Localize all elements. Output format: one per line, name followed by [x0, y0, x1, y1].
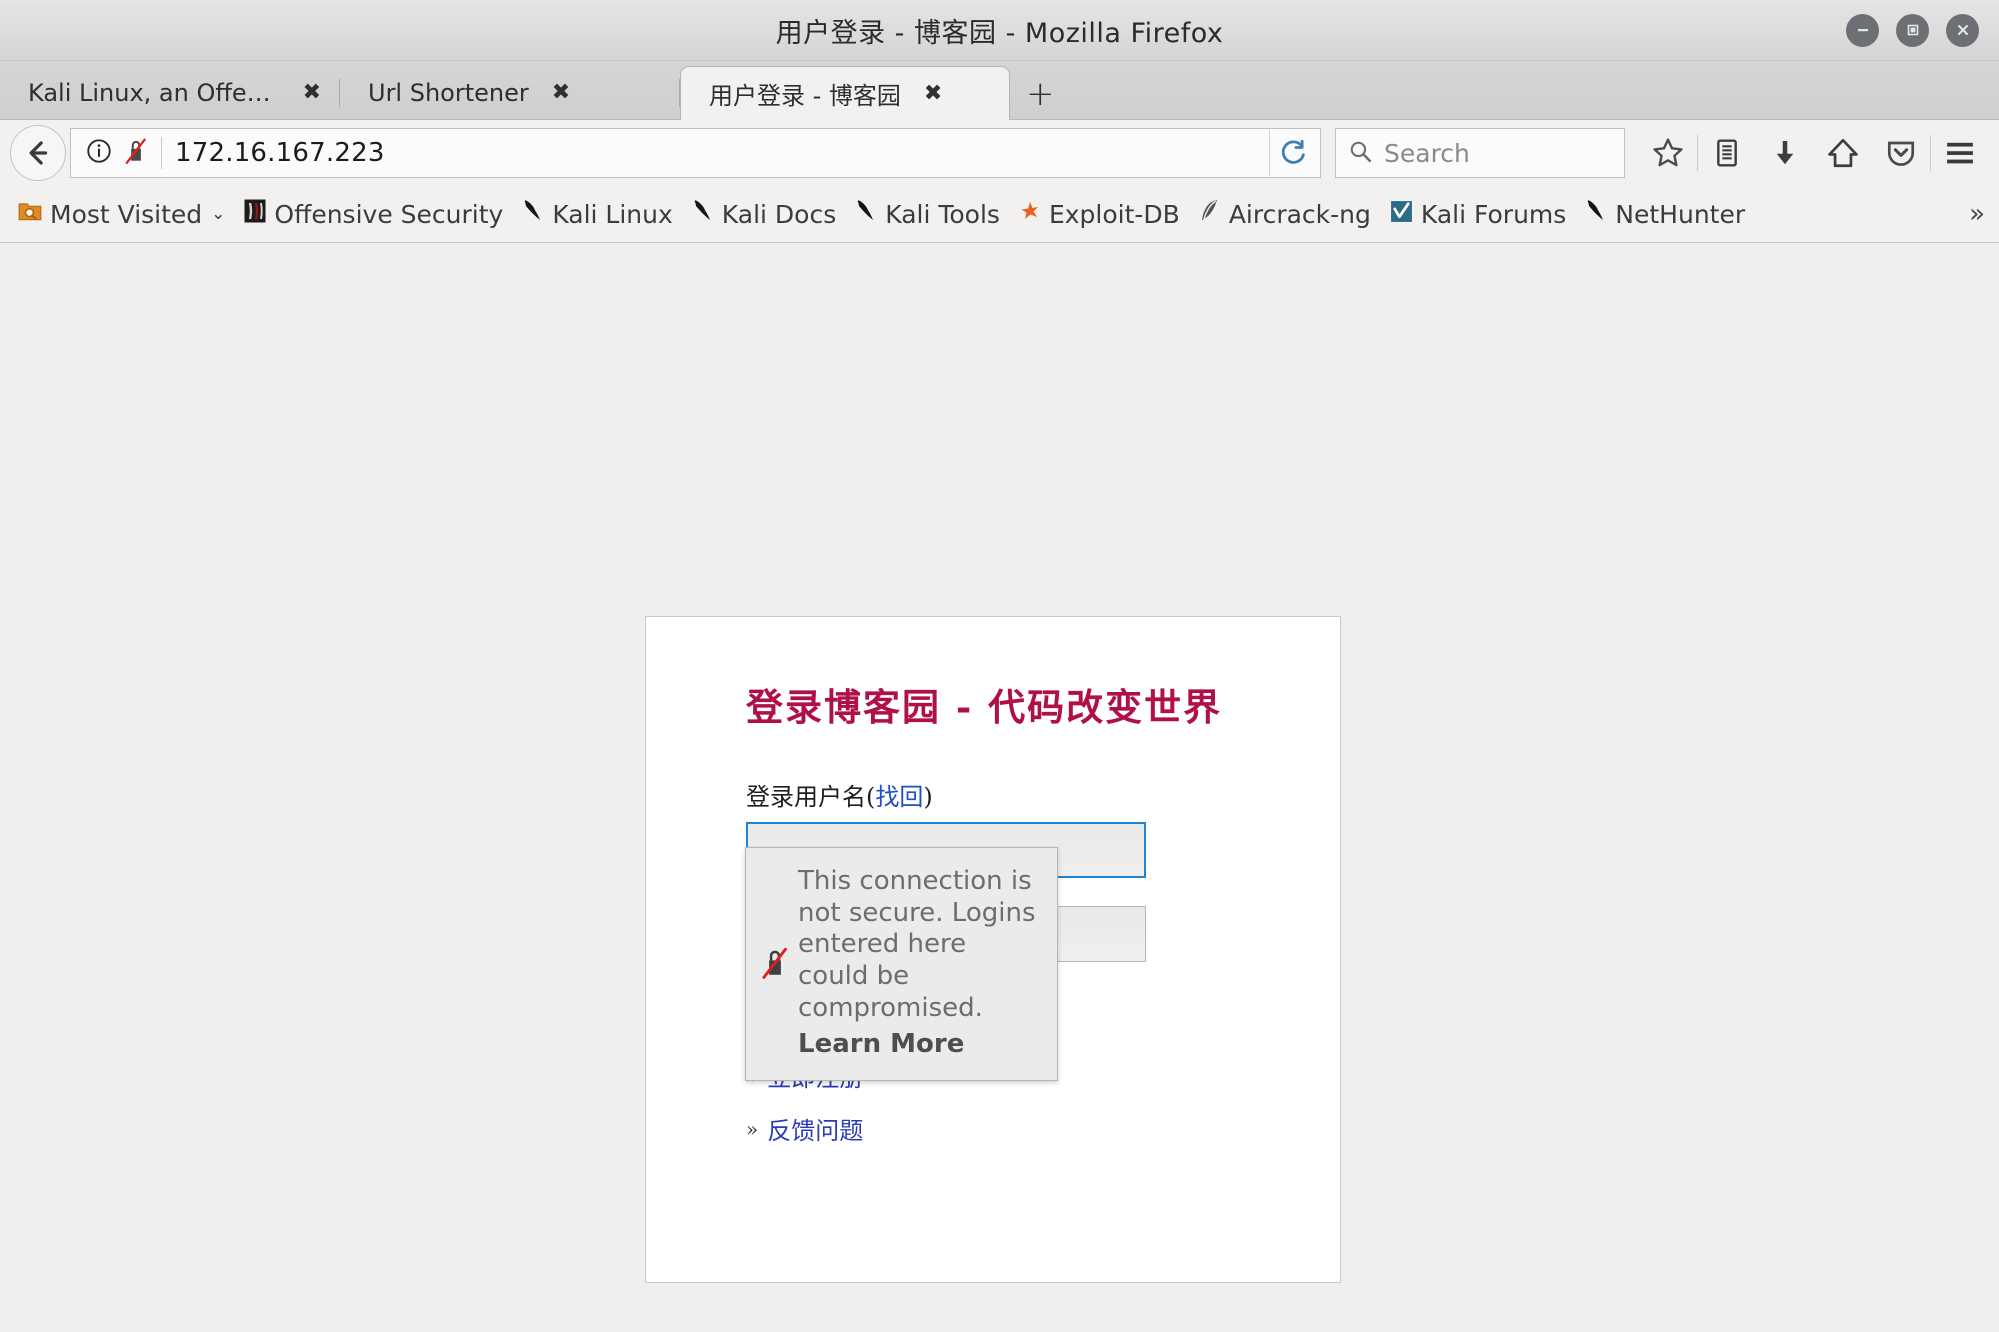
title-bar: 用户登录 - 博客园 - Mozilla Firefox	[0, 0, 1999, 61]
folder-search-icon	[17, 198, 43, 230]
pocket-button[interactable]	[1872, 124, 1930, 182]
tab-title: Url Shortener	[368, 79, 529, 107]
bookmark-kali-forums[interactable]: Kali Forums	[1380, 199, 1575, 230]
exploitdb-icon	[1018, 199, 1042, 229]
info-icon[interactable]	[85, 137, 113, 169]
minimize-button[interactable]	[1846, 13, 1879, 47]
broken-lock-icon[interactable]	[123, 137, 149, 169]
bookmark-label: Kali Linux	[552, 199, 673, 229]
feedback-link-row: » 反馈问题	[746, 1111, 1340, 1146]
url-bar[interactable]: 172.16.167.223	[70, 128, 1321, 178]
bookmark-label: Exploit-DB	[1048, 199, 1180, 229]
bookmark-label: Kali Docs	[721, 199, 837, 229]
username-label-paren: )	[923, 783, 933, 811]
page-content: 登录博客园 - 代码改变世界 登录用户名(找回) 登 录 » 立即注册 » 反馈…	[0, 243, 1999, 1332]
bookmark-label: Kali Forums	[1420, 199, 1567, 229]
tab-bar: Kali Linux, an Offensive S... ✖ Url Shor…	[0, 61, 1999, 120]
new-tab-button[interactable]: +	[1010, 77, 1071, 111]
insecure-login-popup: This connection is not secure. Logins en…	[745, 847, 1058, 1082]
broken-lock-icon	[758, 946, 792, 980]
bookmark-offensive-security[interactable]: Offensive Security	[234, 198, 512, 230]
bookmark-label: Most Visited	[50, 199, 203, 229]
firefox-window: 用户登录 - 博客园 - Mozilla Firefox Kali Linux,…	[0, 0, 1999, 1332]
kali-dragon-icon	[854, 198, 878, 230]
bookmarks-toolbar: Most Visited ⌄ Offensive Security Kali L…	[0, 186, 1999, 243]
bookmark-label: Offensive Security	[274, 199, 504, 229]
browser-tab[interactable]: Kali Linux, an Offensive S... ✖	[0, 67, 340, 119]
search-icon	[1348, 139, 1373, 168]
bookmark-nethunter[interactable]: NetHunter	[1575, 198, 1754, 230]
bookmark-most-visited[interactable]: Most Visited ⌄	[8, 198, 234, 230]
username-label: 登录用户名(找回)	[746, 777, 1340, 812]
insecure-message-text: This connection is not secure. Logins en…	[798, 866, 1036, 1023]
hamburger-menu-button[interactable]	[1931, 124, 1989, 182]
kali-dragon-icon	[1584, 198, 1608, 230]
identity-box[interactable]	[85, 137, 162, 169]
feedback-link[interactable]: 反馈问题	[767, 1111, 863, 1146]
chevron-down-icon[interactable]: ⌄	[211, 204, 225, 224]
reload-button[interactable]	[1269, 130, 1316, 176]
tab-title: Kali Linux, an Offensive S...	[28, 79, 280, 107]
back-button[interactable]	[10, 125, 66, 181]
browser-tab-active[interactable]: 用户登录 - 博客园 ✖	[680, 66, 1010, 120]
bookmark-kali-linux[interactable]: Kali Linux	[512, 198, 681, 230]
aircrack-icon	[1198, 198, 1222, 230]
search-bar[interactable]: Search	[1335, 128, 1625, 178]
page-title: 登录博客园 - 代码改变世界	[746, 685, 1223, 729]
forums-icon	[1389, 199, 1414, 230]
home-button[interactable]	[1814, 124, 1872, 182]
downloads-button[interactable]	[1756, 124, 1814, 182]
bookmark-kali-docs[interactable]: Kali Docs	[682, 198, 845, 230]
kali-dragon-icon	[521, 198, 545, 230]
bookmark-star-button[interactable]	[1639, 124, 1697, 182]
tab-close-icon[interactable]: ✖	[298, 80, 326, 106]
bookmark-aircrack-ng[interactable]: Aircrack-ng	[1189, 198, 1380, 230]
bookmark-label: Kali Tools	[885, 199, 1000, 229]
bookmarks-overflow-button[interactable]: »	[1969, 199, 1985, 229]
chevron-right-icon: »	[746, 1116, 759, 1141]
bookmark-label: NetHunter	[1615, 199, 1746, 229]
bookmark-label: Aircrack-ng	[1228, 199, 1371, 229]
close-button[interactable]	[1946, 13, 1979, 47]
bookmark-kali-tools[interactable]: Kali Tools	[845, 198, 1009, 230]
bookmark-exploit-db[interactable]: Exploit-DB	[1009, 199, 1189, 229]
url-text[interactable]: 172.16.167.223	[175, 138, 1269, 168]
browser-tab[interactable]: Url Shortener ✖	[340, 67, 680, 119]
tab-title: 用户登录 - 博客园	[709, 82, 901, 110]
window-controls	[1846, 0, 1979, 60]
search-input[interactable]: Search	[1384, 139, 1470, 168]
library-button[interactable]	[1698, 124, 1756, 182]
tab-close-icon[interactable]: ✖	[547, 80, 575, 106]
window-title: 用户登录 - 博客园 - Mozilla Firefox	[775, 17, 1224, 49]
offsec-icon	[243, 198, 267, 230]
navigation-toolbar: 172.16.167.223 Search	[0, 120, 1999, 186]
username-label-text: 登录用户名(	[746, 783, 876, 811]
tab-close-icon[interactable]: ✖	[919, 81, 947, 107]
recover-username-link[interactable]: 找回	[875, 783, 923, 811]
maximize-button[interactable]	[1896, 13, 1929, 47]
insecure-message: This connection is not secure. Logins en…	[798, 866, 1041, 1060]
kali-dragon-icon	[691, 198, 715, 230]
learn-more-link[interactable]: Learn More	[798, 1029, 1041, 1061]
